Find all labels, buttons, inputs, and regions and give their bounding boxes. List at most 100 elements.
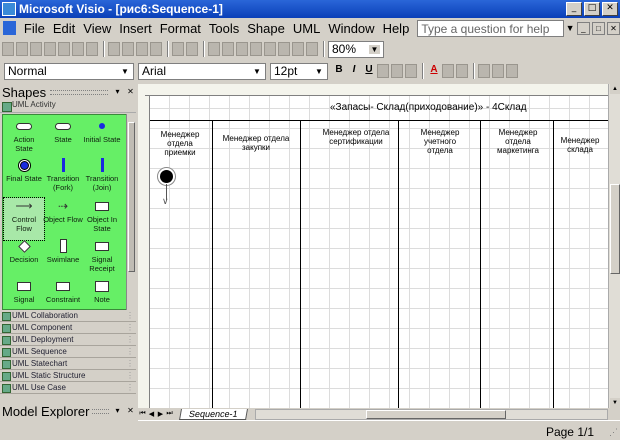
new-icon[interactable] (2, 42, 14, 56)
menu-shape[interactable]: Shape (243, 21, 289, 36)
lane-label-zakupki[interactable]: Менеджер отдела закупки (214, 134, 298, 152)
shape-state[interactable]: State (43, 118, 83, 160)
permission-icon[interactable] (44, 42, 56, 56)
swimlane-divider[interactable] (480, 120, 481, 408)
stencil-uml-collaboration[interactable]: UML Collaboration (0, 310, 136, 322)
shape-object-in-state[interactable]: Object In State (82, 198, 122, 240)
horizontal-scrollbar[interactable] (255, 409, 608, 420)
help-search-input[interactable]: Type a question for help (417, 19, 564, 37)
shape-final-state[interactable]: Final State (4, 157, 44, 199)
menu-insert[interactable]: Insert (115, 21, 156, 36)
doc-close-button[interactable]: ✕ (606, 21, 620, 35)
next-page-icon[interactable]: ▶ (156, 410, 165, 418)
stencil-uml-deployment[interactable]: UML Deployment (0, 334, 136, 346)
shape-object-flow[interactable]: ⇢ Object Flow (43, 198, 83, 240)
align-right-icon[interactable] (405, 64, 417, 78)
initial-state-node[interactable] (160, 170, 173, 183)
menu-window[interactable]: Window (324, 21, 378, 36)
panel-grip[interactable] (50, 89, 108, 95)
menu-uml[interactable]: UML (289, 21, 324, 36)
stencil-uml-use-case[interactable]: UML Use Case (0, 382, 136, 394)
size-grip-icon[interactable]: ⋰ (609, 427, 618, 438)
swimlane-divider[interactable] (553, 120, 554, 408)
scroll-up-icon[interactable]: ▲ (610, 84, 620, 94)
align-center-icon[interactable] (391, 64, 403, 78)
menu-edit[interactable]: Edit (49, 21, 79, 36)
last-page-icon[interactable]: ⏭ (165, 410, 174, 418)
line-pattern-icon[interactable] (492, 64, 504, 78)
scroll-thumb[interactable] (610, 184, 620, 274)
panel-close-icon[interactable]: ✕ (125, 406, 136, 417)
shape-swimlane[interactable]: Swimlane (43, 238, 83, 280)
shape-control-flow[interactable]: ⟶ Control Flow (3, 197, 45, 241)
lane-label-marketinga[interactable]: Менеджер отдела маркетинга (490, 128, 546, 155)
connector-tool-icon[interactable] (250, 42, 262, 56)
chevron-down-icon[interactable]: ▼ (369, 44, 380, 54)
scroll-thumb[interactable] (128, 122, 135, 272)
shape-decision[interactable]: Decision (4, 238, 44, 280)
underline-button[interactable]: U (362, 64, 376, 78)
page-tab-sequence-1[interactable]: Sequence-1 (179, 408, 248, 420)
drawing-canvas[interactable]: «Запасы- Склад(приходование)» - 4Склад М… (150, 96, 608, 408)
panel-menu-icon[interactable]: ▾ (112, 406, 123, 417)
italic-button[interactable]: I (347, 64, 361, 78)
spelling-icon[interactable] (86, 42, 98, 56)
line-color-icon[interactable] (442, 64, 454, 78)
menu-tools[interactable]: Tools (205, 21, 243, 36)
panel-menu-icon[interactable]: ▾ (112, 87, 123, 98)
chevron-down-icon[interactable]: ▼ (314, 67, 324, 76)
line-weight-icon[interactable] (478, 64, 490, 78)
menu-file[interactable]: File (20, 21, 49, 36)
stencil-uml-statechart[interactable]: UML Statechart (0, 358, 136, 370)
menu-format[interactable]: Format (156, 21, 205, 36)
redo-icon[interactable] (186, 42, 198, 56)
style-select[interactable]: Normal ▼ (4, 62, 134, 80)
doc-minimize-button[interactable]: _ (576, 21, 590, 35)
shape-transition-fork[interactable]: Transition (Fork) (43, 157, 83, 199)
shapes-icon[interactable] (208, 42, 220, 56)
zoom-select[interactable]: 80% ▼ (328, 40, 384, 58)
font-color-icon[interactable]: A (427, 64, 441, 78)
bold-button[interactable]: B (332, 64, 346, 78)
scroll-down-icon[interactable]: ▼ (610, 398, 620, 408)
format-painter-icon[interactable] (150, 42, 162, 56)
minimize-button[interactable]: _ (566, 2, 582, 16)
paste-icon[interactable] (136, 42, 148, 56)
font-size-select[interactable]: 12pt ▼ (270, 62, 328, 80)
rectangle-tool-icon[interactable] (278, 42, 290, 56)
vertical-ruler[interactable] (138, 96, 150, 408)
close-button[interactable]: ✕ (602, 2, 618, 16)
stencil-uml-component[interactable]: UML Component (0, 322, 136, 334)
chevron-down-icon[interactable]: ▼ (120, 67, 130, 76)
swimlane-divider[interactable] (212, 120, 213, 408)
shape-initial-state[interactable]: Initial State (82, 118, 122, 160)
vertical-scrollbar[interactable]: ▲ ▼ (608, 84, 620, 408)
font-select[interactable]: Arial ▼ (138, 62, 266, 80)
print-preview-icon[interactable] (72, 42, 84, 56)
layer-icon[interactable] (222, 42, 234, 56)
shape-signal-receipt[interactable]: Signal Receipt (82, 238, 122, 280)
stamp-tool-icon[interactable] (306, 42, 318, 56)
menu-help[interactable]: Help (379, 21, 414, 36)
document-icon[interactable] (3, 21, 16, 35)
align-left-icon[interactable] (377, 64, 389, 78)
fill-color-icon[interactable] (456, 64, 468, 78)
stencil-scrollbar[interactable] (126, 114, 135, 310)
line-ends-icon[interactable] (506, 64, 518, 78)
prev-page-icon[interactable]: ◀ (147, 410, 156, 418)
lane-label-sertifikacii[interactable]: Менеджер отдела сертификации (320, 128, 392, 146)
undo-icon[interactable] (172, 42, 184, 56)
first-page-icon[interactable]: ⏮ (138, 410, 147, 418)
help-dropdown-icon[interactable]: ▼ (566, 23, 575, 33)
lane-label-uchetnogo[interactable]: Менеджер учетного отдела (412, 128, 468, 155)
lane-label-sklada[interactable]: Менеджер склада (554, 136, 606, 154)
swimlane-divider[interactable] (300, 120, 301, 408)
diagram-header-title[interactable]: «Запасы- Склад(приходование)» - 4Склад (330, 102, 527, 113)
chevron-down-icon[interactable]: ▼ (252, 67, 262, 76)
maximize-button[interactable]: □ (584, 2, 600, 16)
lane-label-priemki[interactable]: Менеджер отдела приемки (152, 130, 208, 157)
stencil-uml-static-structure[interactable]: UML Static Structure (0, 370, 136, 382)
shape-transition-join[interactable]: Transition (Join) (82, 157, 122, 199)
print-icon[interactable] (58, 42, 70, 56)
copy-icon[interactable] (122, 42, 134, 56)
